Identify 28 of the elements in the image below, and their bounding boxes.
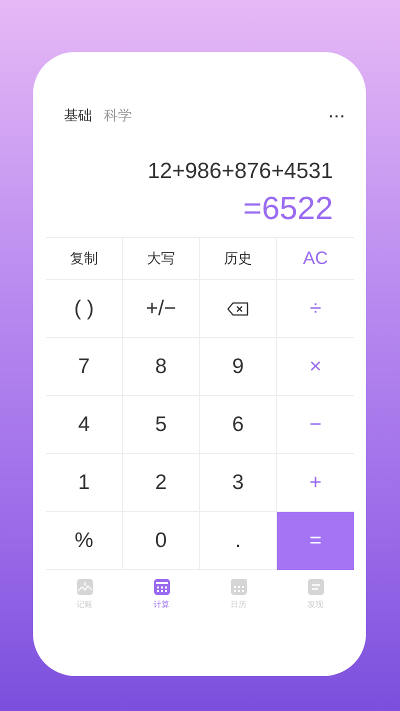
key-button[interactable]: 复制 (46, 238, 123, 280)
key-button[interactable]: 0 (123, 512, 200, 570)
calculator-icon (152, 578, 170, 596)
key-button[interactable]: . (200, 512, 277, 570)
expression-text: 12+986+876+4531 (146, 158, 334, 184)
backspace-button[interactable] (200, 280, 277, 338)
calendar-icon (230, 578, 248, 596)
key-button[interactable]: 4 (46, 396, 123, 454)
key-button[interactable]: % (46, 512, 123, 570)
key-button[interactable]: 6 (200, 396, 277, 454)
document-icon (306, 578, 324, 596)
nav-tab[interactable]: 计算 (123, 576, 200, 612)
key-button[interactable]: ( ) (46, 280, 123, 338)
key-button[interactable]: 9 (200, 338, 277, 396)
key-button[interactable]: 1 (46, 454, 123, 512)
backspace-icon (227, 302, 249, 316)
key-button[interactable]: 大写 (123, 238, 200, 280)
key-button[interactable]: 2 (123, 454, 200, 512)
key-button[interactable]: +/− (123, 280, 200, 338)
key-button[interactable]: 8 (123, 338, 200, 396)
more-button[interactable]: ··· (329, 108, 346, 124)
result-text: =6522 (242, 190, 334, 227)
key-button[interactable]: 7 (46, 338, 123, 396)
key-button[interactable]: 历史 (200, 238, 277, 280)
key-button[interactable]: 5 (123, 396, 200, 454)
mode-tab[interactable]: 基础 (64, 107, 92, 125)
key-button[interactable]: 3 (200, 454, 277, 512)
chart-icon (76, 578, 94, 596)
